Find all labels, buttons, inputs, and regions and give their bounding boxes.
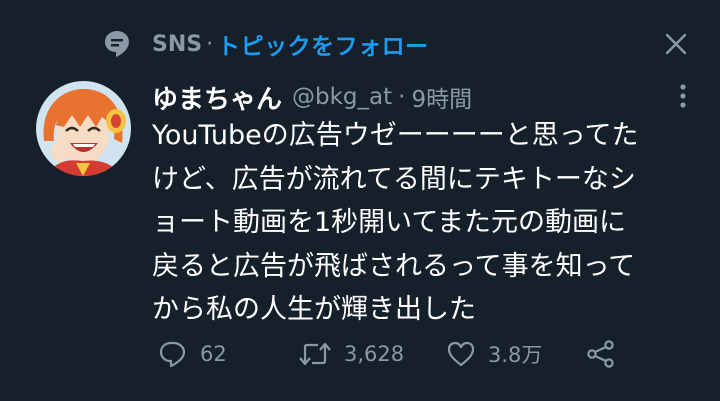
- reply-icon: [158, 339, 188, 369]
- tweet-actions: 62 3,628 3.8万: [158, 336, 620, 372]
- more-vertical-icon[interactable]: [676, 82, 690, 110]
- retweet-button[interactable]: 3,628: [298, 339, 446, 369]
- retweet-count: 3,628: [344, 342, 405, 366]
- like-count: 3.8万: [488, 343, 543, 367]
- user-handle[interactable]: @bkg_at: [292, 84, 392, 110]
- reply-button[interactable]: 62: [158, 339, 298, 369]
- close-icon[interactable]: [662, 30, 690, 58]
- tweet-time[interactable]: 9時間: [411, 80, 472, 114]
- header-separator: ·: [398, 84, 406, 110]
- heart-icon: [446, 339, 476, 369]
- display-name[interactable]: ゆまちゃん: [152, 79, 282, 116]
- tweet-text: YouTubeの広告ウゼーーーーと思ってた けど、広告が流れてる間にテキトーなシ…: [152, 120, 639, 325]
- like-button[interactable]: 3.8万: [446, 339, 586, 369]
- share-button[interactable]: [586, 339, 616, 369]
- share-icon: [586, 339, 616, 369]
- follow-topic-button[interactable]: トピックをフォロー: [217, 27, 429, 61]
- retweet-icon: [298, 339, 332, 369]
- topic-separator: ·: [206, 31, 214, 57]
- reply-count: 62: [200, 342, 227, 366]
- avatar[interactable]: [36, 81, 131, 176]
- topic-bubble-icon: [104, 30, 130, 58]
- topic-bar: SNS · トピックをフォロー: [104, 26, 690, 62]
- topic-name[interactable]: SNS: [152, 32, 202, 57]
- tweet-header: ゆまちゃん @bkg_at · 9時間: [152, 78, 690, 116]
